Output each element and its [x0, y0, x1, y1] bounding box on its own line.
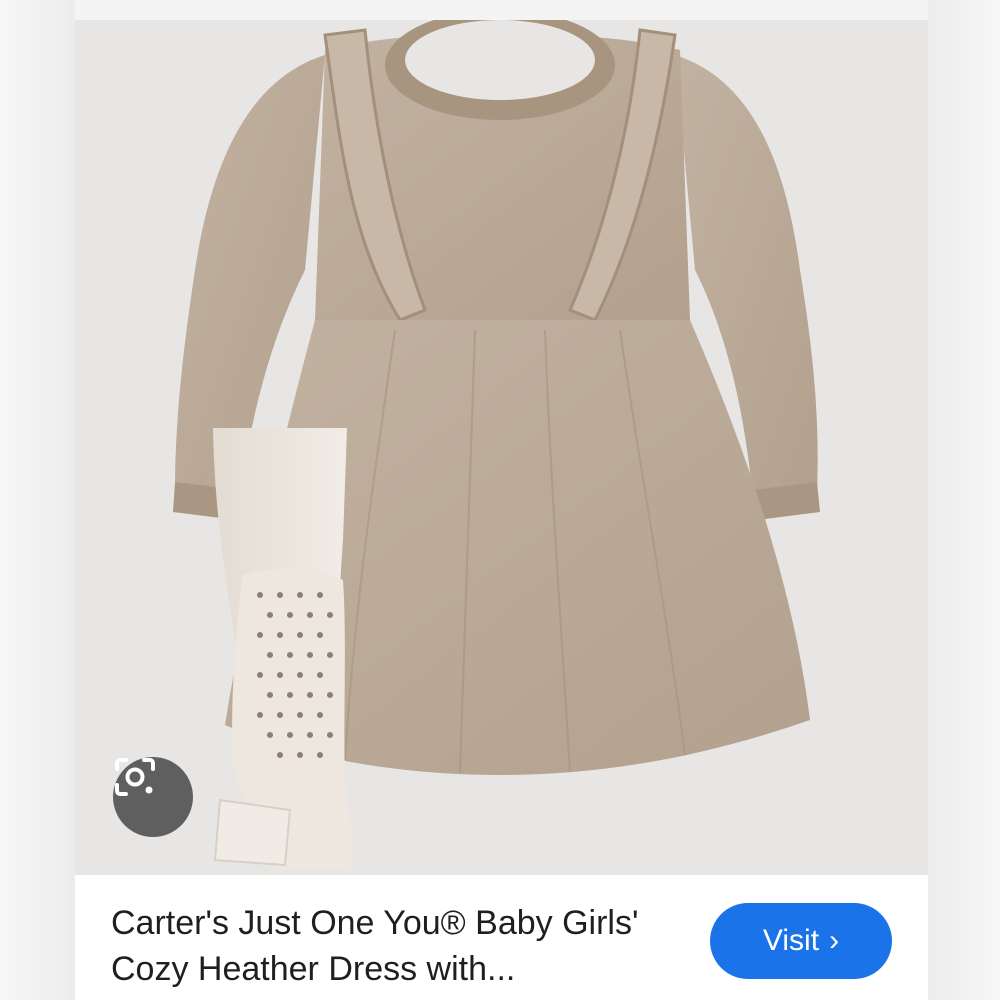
visit-label: Visit — [762, 924, 820, 957]
chevron-right-icon: › — [829, 924, 840, 957]
google-lens-camera-icon — [115, 758, 155, 796]
google-lens-button[interactable] — [113, 757, 193, 837]
result-card[interactable]: Carter's Just One You® Baby Girls' Cozy … — [75, 20, 928, 1000]
product-title[interactable]: Carter's Just One You® Baby Girls' Cozy … — [111, 900, 691, 992]
left-margin — [0, 0, 75, 1000]
dress-illustration — [173, 20, 820, 870]
right-margin — [928, 0, 1000, 1000]
visit-button[interactable]: Visit › — [710, 903, 892, 979]
product-image[interactable] — [75, 20, 928, 875]
